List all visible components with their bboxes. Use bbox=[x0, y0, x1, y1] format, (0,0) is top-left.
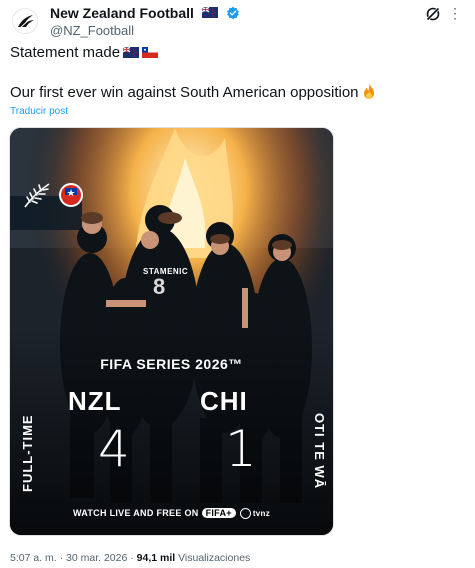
post-media-image[interactable]: STAMENIC 8 FULL-TIME OTI TE WĀ FIFA SERI… bbox=[9, 127, 334, 536]
competition-title: FIFA SERIES 2026™ bbox=[100, 356, 243, 372]
more-options-icon[interactable]: ⋮ bbox=[447, 6, 463, 22]
post-text-line-2: Our first ever win against South America… bbox=[10, 83, 376, 103]
new-zealand-flag-icon bbox=[123, 47, 140, 58]
home-score: 4 bbox=[98, 420, 130, 478]
fire-icon bbox=[363, 83, 374, 99]
full-time-label: FULL-TIME bbox=[20, 414, 35, 492]
broadcaster-name: tvnz bbox=[252, 509, 271, 518]
away-score: 1 bbox=[225, 420, 257, 478]
chile-flag-icon bbox=[142, 47, 159, 58]
account-names: New Zealand Football @NZ_Football bbox=[50, 4, 240, 39]
views-count: 94,1 mil bbox=[136, 552, 176, 564]
maori-full-time-label: OTI TE WĀ bbox=[312, 412, 327, 490]
watch-banner: WATCH LIVE AND FREE ON FIFA+ tvnz bbox=[10, 508, 333, 520]
tvnz-logo-icon bbox=[239, 508, 251, 520]
avatar[interactable] bbox=[12, 8, 38, 34]
jersey-name: STAMENIC bbox=[143, 267, 189, 276]
display-name[interactable]: New Zealand Football bbox=[50, 5, 194, 21]
account-handle[interactable]: @NZ_Football bbox=[50, 23, 240, 39]
chile-crest-icon bbox=[59, 183, 83, 207]
nz-football-logo-icon bbox=[14, 10, 37, 33]
post-text-statement: Statement made bbox=[10, 44, 121, 61]
verified-badge-icon bbox=[226, 6, 239, 20]
silver-fern-icon bbox=[24, 183, 50, 208]
watch-text: WATCH LIVE AND FREE ON bbox=[72, 508, 199, 518]
home-team: NZL bbox=[68, 386, 122, 416]
grok-icon[interactable] bbox=[425, 6, 441, 22]
away-team: CHI bbox=[200, 386, 248, 416]
post-header: New Zealand Football @NZ_Football ⋮ bbox=[8, 4, 467, 39]
translate-post-link[interactable]: Traducir post bbox=[10, 106, 68, 117]
new-zealand-flag-icon bbox=[202, 7, 219, 19]
jersey-number: 8 bbox=[153, 274, 166, 299]
fifa-plus-badge: FIFA+ bbox=[201, 508, 236, 518]
post-timestamp[interactable]: 5:07 a. m. · 30 mar. 2026 · bbox=[10, 552, 137, 564]
post-text-line-1: Statement made bbox=[10, 43, 159, 63]
post-text-win: Our first ever win against South America… bbox=[10, 84, 359, 101]
post-meta: 5:07 a. m. · 30 mar. 2026 · 94,1 mil Vis… bbox=[10, 552, 250, 564]
views-label: Visualizaciones bbox=[175, 552, 251, 564]
